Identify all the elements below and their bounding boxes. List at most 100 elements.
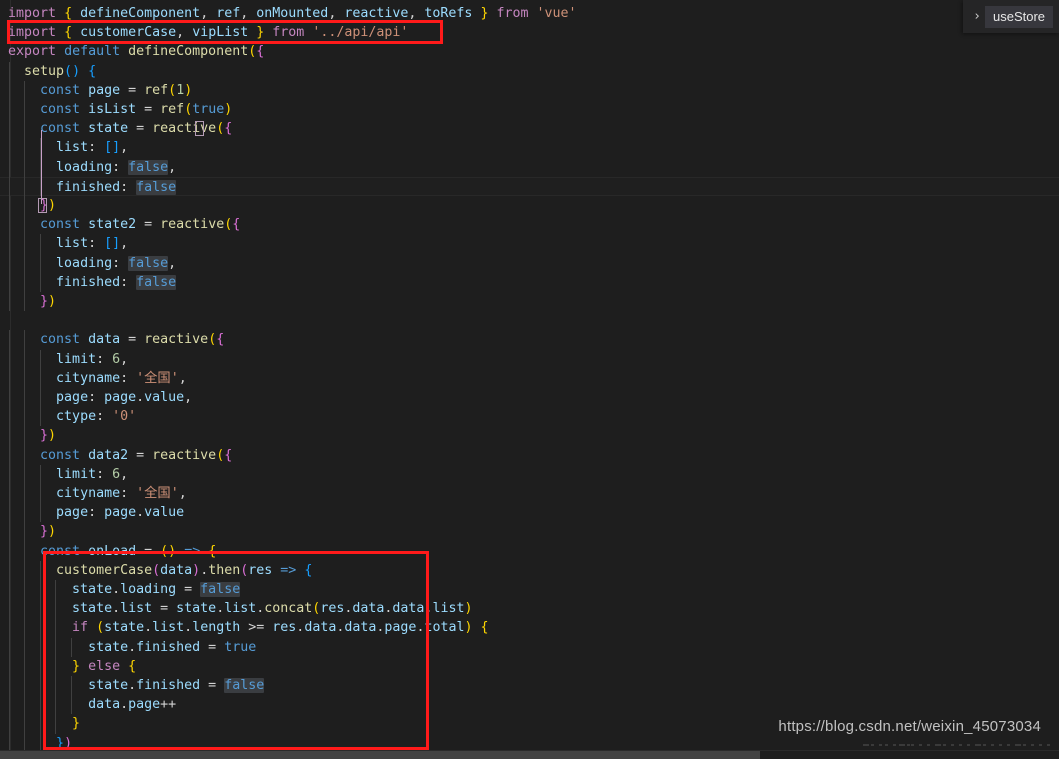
code-line[interactable]: const isList = ref(true) <box>0 100 1059 119</box>
code-token: data <box>352 601 385 617</box>
code-line[interactable]: list: [], <box>0 138 1059 157</box>
code-token: page <box>56 505 89 521</box>
indent-guide <box>8 61 10 312</box>
code-token: ' <box>136 370 145 386</box>
code-line[interactable]: }) <box>0 426 1059 445</box>
code-token: ' <box>170 486 179 501</box>
code-line[interactable]: ctype: '0' <box>0 407 1059 426</box>
code-line[interactable]: export default defineComponent({ <box>0 42 1059 61</box>
code-line[interactable]: data.page++ <box>0 695 1059 714</box>
overview-ruler-tick <box>1023 744 1026 746</box>
code-token: data <box>344 620 377 636</box>
code-token: ) <box>168 543 177 559</box>
indent-guide <box>24 330 26 759</box>
code-line-text: if (state.list.length >= res.data.data.p… <box>0 618 488 637</box>
code-line[interactable]: list: [], <box>0 234 1059 253</box>
code-line-text: import { defineComponent, ref, onMounted… <box>0 4 577 23</box>
overview-ruler-tick <box>967 744 970 746</box>
code-line[interactable]: const data2 = reactive({ <box>0 446 1059 465</box>
code-line[interactable]: setup() { <box>0 62 1059 81</box>
overview-ruler-tick <box>1015 744 1021 746</box>
code-line[interactable]: }) <box>0 196 1059 215</box>
code-token: finished <box>136 639 201 655</box>
code-line[interactable]: state.loading = false <box>0 580 1059 599</box>
matching-bracket-close <box>38 198 48 213</box>
overview-ruler-tick <box>951 744 954 746</box>
code-line[interactable]: }) <box>0 292 1059 311</box>
code-line[interactable]: } else { <box>0 657 1059 676</box>
code-line[interactable]: import { customerCase, vipList } from '.… <box>0 23 1059 42</box>
code-line[interactable]: cityname: '全国', <box>0 484 1059 503</box>
code-line[interactable]: const onLoad = () => { <box>0 542 1059 561</box>
overview-ruler-tick <box>935 744 941 746</box>
code-line[interactable]: state.list = state.list.concat(res.data.… <box>0 599 1059 618</box>
overview-ruler-tick <box>899 744 905 746</box>
code-token: , <box>176 25 193 41</box>
code-token: . <box>184 620 193 636</box>
code-line[interactable]: }) <box>0 522 1059 541</box>
code-token: , <box>200 6 217 21</box>
code-token: = <box>136 217 161 233</box>
code-token: = <box>128 447 153 463</box>
code-line[interactable]: finished: false <box>0 176 1059 196</box>
code-token: } <box>72 716 81 732</box>
code-token: page <box>384 620 417 636</box>
code-line[interactable]: state.finished = true <box>0 638 1059 657</box>
code-token: state <box>72 601 113 617</box>
code-token: list <box>56 140 89 156</box>
code-line[interactable]: const page = ref(1) <box>0 81 1059 100</box>
code-token: : <box>88 390 105 405</box>
code-token: const <box>40 121 81 137</box>
code-token: state <box>72 582 113 597</box>
horizontal-scrollbar[interactable] <box>0 750 1059 759</box>
code-token: { <box>208 543 217 559</box>
code-line[interactable]: loading: false, <box>0 254 1059 273</box>
code-token: reactive <box>152 447 217 463</box>
code-line[interactable]: loading: false, <box>0 158 1059 177</box>
code-line[interactable]: const data = reactive({ <box>0 330 1059 349</box>
horizontal-scrollbar-thumb[interactable] <box>0 751 760 759</box>
code-token: onLoad <box>88 543 137 559</box>
code-token: state2 <box>88 217 137 233</box>
code-token: : <box>120 179 137 195</box>
code-editor[interactable]: import { defineComponent, ref, onMounted… <box>0 0 1059 759</box>
code-token: page <box>104 390 137 405</box>
code-line[interactable]: page: page.value, <box>0 388 1059 407</box>
chevron-right-icon[interactable]: › <box>969 7 985 27</box>
code-token: . <box>120 697 129 713</box>
code-line[interactable]: limit: 6, <box>0 350 1059 369</box>
sticky-scroll-widget[interactable]: › useStore <box>963 0 1059 33</box>
code-line[interactable]: finished: false <box>0 273 1059 292</box>
code-line[interactable]: customerCase(data).then(res => { <box>0 561 1059 580</box>
code-line[interactable] <box>0 311 1059 330</box>
code-token: const <box>40 102 81 117</box>
code-token: 6 <box>112 351 121 367</box>
code-line-text: ctype: '0' <box>0 407 136 426</box>
overview-ruler-tick <box>943 744 946 746</box>
code-line[interactable]: limit: 6, <box>0 465 1059 484</box>
code-token: true <box>192 102 225 117</box>
code-token: , <box>408 6 425 21</box>
code-token: ' <box>170 370 179 386</box>
code-line[interactable]: const state = reactive({ <box>0 119 1059 138</box>
use-store-symbol-chip[interactable]: useStore <box>985 5 1054 28</box>
code-line[interactable]: state.finished = false <box>0 676 1059 695</box>
code-line[interactable]: page: page.value <box>0 503 1059 522</box>
code-token: finished <box>56 179 121 195</box>
code-token: 'vue' <box>536 6 577 21</box>
code-line[interactable]: import { defineComponent, ref, onMounted… <box>0 4 1059 23</box>
code-line[interactable]: cityname: '全国', <box>0 369 1059 388</box>
code-line[interactable]: const state2 = reactive({ <box>0 215 1059 234</box>
code-token: = <box>128 121 153 137</box>
code-token: { <box>256 44 265 60</box>
code-line[interactable]: if (state.list.length >= res.data.data.p… <box>0 618 1059 637</box>
code-text-surface[interactable]: import { defineComponent, ref, onMounted… <box>0 0 1059 759</box>
code-token: . <box>112 582 121 597</box>
code-token: { <box>88 63 97 79</box>
